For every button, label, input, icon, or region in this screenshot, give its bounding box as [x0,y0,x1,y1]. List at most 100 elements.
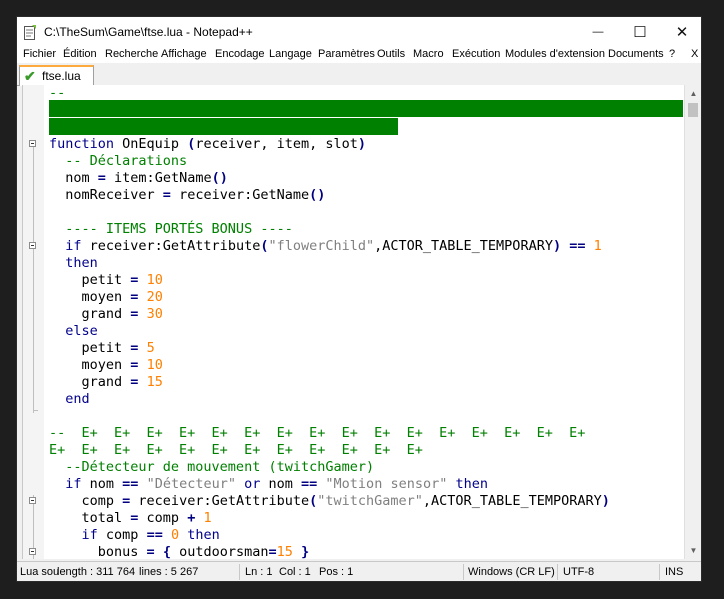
maximize-icon: ☐ [633,24,647,41]
menu-parametres[interactable]: Paramètres [318,48,375,60]
menu-outils[interactable]: Outils [377,48,405,60]
code-line[interactable]: ---- ITEMS PORTÉS BONUS ---- [49,221,293,238]
code-line[interactable]: petit = 5 [49,340,155,357]
fold-toggle-icon[interactable] [29,140,36,147]
code-line[interactable]: function OnEquip (receiver, item, slot) [49,136,366,153]
code-token: end [49,391,90,407]
scroll-up-arrow-icon[interactable]: ▲ [685,85,701,102]
menu-fichier[interactable]: Fichier [23,48,56,60]
code-token: 15 [276,544,293,559]
menu-langage[interactable]: Langage [269,48,312,60]
menu-documents[interactable]: Documents [608,48,664,60]
fold-margin[interactable] [23,85,44,559]
status-lines: lines : 5 267 [139,566,199,578]
menu-edition[interactable]: Édition [63,48,97,60]
code-token: == [122,476,139,492]
code-token: petit [49,340,131,356]
code-line[interactable]: grand = 15 [49,374,163,391]
code-token: () [211,170,228,186]
code-line[interactable]: -- E+ E+ E+ E+ E+ E+ E+ E+ E+ E+ E+ E+ E… [49,425,585,442]
code-line[interactable]: nom = item:GetName() [49,170,228,187]
code-line[interactable]: grand = 30 [49,306,163,323]
code-token: function [49,136,115,152]
menu-recherche[interactable]: Recherche [105,48,158,60]
title-bar[interactable]: C:\TheSum\Game\ftse.lua - Notepad++ — ☐ … [17,17,701,47]
scroll-down-arrow-icon[interactable]: ▼ [685,542,701,559]
code-token: if [49,527,98,543]
menu-macro[interactable]: Macro [413,48,444,60]
code-token: ) [357,136,367,152]
code-token: grand [49,374,131,390]
scrollbar-thumb[interactable] [688,103,698,117]
code-line[interactable]: end [49,391,90,408]
code-line[interactable]: -- Déclarations [49,153,187,170]
code-token: moyen [49,357,131,373]
close-button[interactable]: ✕ [661,17,701,47]
close-document-button[interactable]: X [691,48,698,60]
code-line[interactable]: then [49,255,98,272]
status-separator [239,564,240,580]
fold-toggle-icon[interactable] [29,242,36,249]
code-line[interactable]: petit = 10 [49,272,163,289]
code-token: E+ E+ E+ E+ E+ E+ E+ E+ E+ E+ E+ E+ [49,442,423,458]
code-token: 10 [146,357,163,373]
status-file-type: Lua sou [20,566,60,578]
code-token: ) [601,493,610,509]
code-line[interactable]: moyen = 20 [49,289,163,306]
code-line[interactable]: E+ E+ E+ E+ E+ E+ E+ E+ E+ E+ E+ E+ [49,442,423,459]
code-line[interactable]: --Détecteur de mouvement (twitchGamer) [49,459,374,476]
code-token: else [49,323,98,339]
code-token: then [455,476,488,492]
code-token: ) [552,238,562,254]
code-line[interactable]: if nom == "Détecteur" or nom == "Motion … [49,476,488,493]
code-line[interactable]: if receiver:GetAttribute("flowerChild",A… [49,238,602,255]
code-token: 15 [146,374,163,390]
menu-help[interactable]: ? [669,48,675,60]
code-token: = [162,187,171,203]
code-line[interactable]: moyen = 10 [49,357,163,374]
menu-modules-extension[interactable]: Modules d'extension [505,48,605,60]
menu-execution[interactable]: Exécution [452,48,500,60]
code-token: "Motion sensor" [325,476,448,492]
minimize-button[interactable]: — [577,17,619,47]
status-encoding: UTF-8 [563,566,595,578]
code-token: receiver, item, slot [195,136,358,152]
code-line[interactable]: bonus = { outdoorsman=15 } [49,544,309,559]
status-eol: Windows (CR LF) [468,566,555,578]
green-highlight-block [49,100,683,117]
menu-affichage[interactable]: Affichage [161,48,207,60]
fold-toggle-icon[interactable] [29,497,36,504]
code-token: == [146,527,163,543]
code-line[interactable]: comp = receiver:GetAttribute("twitchGame… [49,493,610,510]
code-token: == [569,238,586,254]
vertical-scrollbar[interactable]: ▲ ▼ [684,85,701,559]
code-token: if [49,476,82,492]
maximize-button[interactable]: ☐ [619,17,661,47]
code-line[interactable]: -- [49,85,65,102]
fold-end-marker [33,410,38,411]
tab-ftse-lua[interactable]: ✔ ftse.lua [19,65,94,86]
code-line[interactable]: nomReceiver = receiver:GetName() [49,187,325,204]
status-column: Col : 1 [279,566,311,578]
code-token: moyen [49,289,131,305]
status-separator [463,564,464,580]
code-token: total [49,510,131,526]
code-line[interactable]: else [49,323,98,340]
code-editor[interactable]: -- function OnEquip (receiver, item, slot… [22,85,701,559]
menu-encodage[interactable]: Encodage [215,48,265,60]
code-line[interactable]: if comp == 0 then [49,527,220,544]
code-token: receiver:GetName [170,187,310,203]
code-token: if [49,238,82,254]
green-highlight-block [49,118,398,135]
fold-toggle-icon[interactable] [29,548,36,555]
code-line[interactable]: total = comp + 1 [49,510,212,527]
code-token: = [97,170,106,186]
